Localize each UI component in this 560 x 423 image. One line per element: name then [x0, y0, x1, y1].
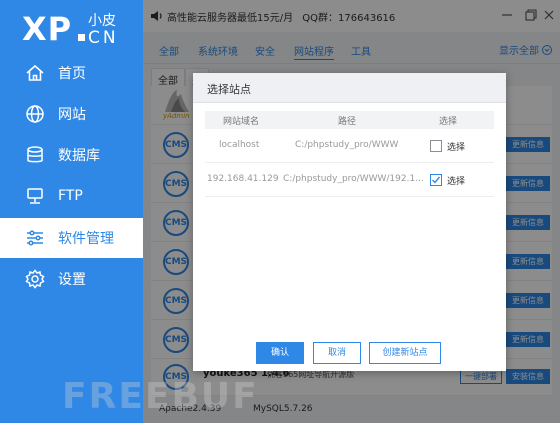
sidebar-item-settings[interactable]: 设置 [0, 259, 143, 299]
dialog-title: 选择站点 [207, 83, 251, 96]
logo-dot [78, 34, 85, 41]
table-header: 网站域名 路径 选择 [205, 111, 494, 129]
site-checkbox[interactable] [430, 140, 442, 152]
sidebar-item-software[interactable]: 软件管理 [0, 218, 143, 258]
database-icon [25, 145, 45, 165]
column-select: 选择 [439, 117, 458, 127]
gear-icon [25, 269, 45, 289]
row-domain: localhost [219, 140, 260, 150]
watermark: FREEBUF [62, 376, 259, 417]
sidebar-item-label: 数据库 [58, 148, 100, 164]
row-path: C:/phpstudy_pro/WWW/192.1... [283, 174, 424, 184]
sidebar-item-label: 设置 [58, 272, 86, 288]
sidebar-item-ftp[interactable]: FTP [0, 176, 143, 216]
cancel-button[interactable]: 取消 [313, 342, 361, 364]
column-domain: 网站域名 [223, 117, 260, 127]
column-path: 路径 [338, 117, 357, 127]
create-site-button[interactable]: 创建新站点 [369, 342, 441, 364]
sidebar-item-label: 软件管理 [58, 231, 114, 247]
confirm-button[interactable]: 确认 [256, 342, 304, 364]
table-row[interactable]: 192.168.41.129 C:/phpstudy_pro/WWW/192.1… [205, 163, 494, 197]
sidebar-item-website[interactable]: 网站 [0, 94, 143, 134]
table-row[interactable]: localhost C:/phpstudy_pro/WWW 选择 [205, 129, 494, 163]
logo-cn-top: 小皮 [88, 13, 116, 29]
checkmark-icon [432, 176, 441, 184]
logo-cn-bottom: CN [88, 28, 119, 48]
dialog-header: 选择站点 [193, 73, 506, 103]
select-label: 选择 [447, 177, 466, 187]
sidebar-item-label: 首页 [58, 66, 86, 82]
row-path: C:/phpstudy_pro/WWW [295, 140, 399, 150]
logo-xp: XP [22, 10, 73, 48]
select-label: 选择 [447, 143, 466, 153]
globe-icon [25, 104, 45, 124]
sliders-icon [25, 228, 45, 248]
server-icon [25, 186, 45, 206]
sidebar-item-database[interactable]: 数据库 [0, 135, 143, 175]
site-checkbox[interactable] [430, 174, 442, 186]
select-site-dialog: 选择站点 网站域名 路径 选择 localhost C:/phpstudy_pr… [193, 73, 506, 371]
home-icon [25, 63, 45, 83]
sidebar-item-home[interactable]: 首页 [0, 53, 143, 93]
sidebar: XP 小皮 CN 首页 网站 数据库 FTP 软件管理 设置 [0, 0, 143, 423]
sidebar-item-label: 网站 [58, 107, 86, 123]
row-domain: 192.168.41.129 [207, 174, 279, 184]
sidebar-item-label: FTP [58, 188, 83, 204]
